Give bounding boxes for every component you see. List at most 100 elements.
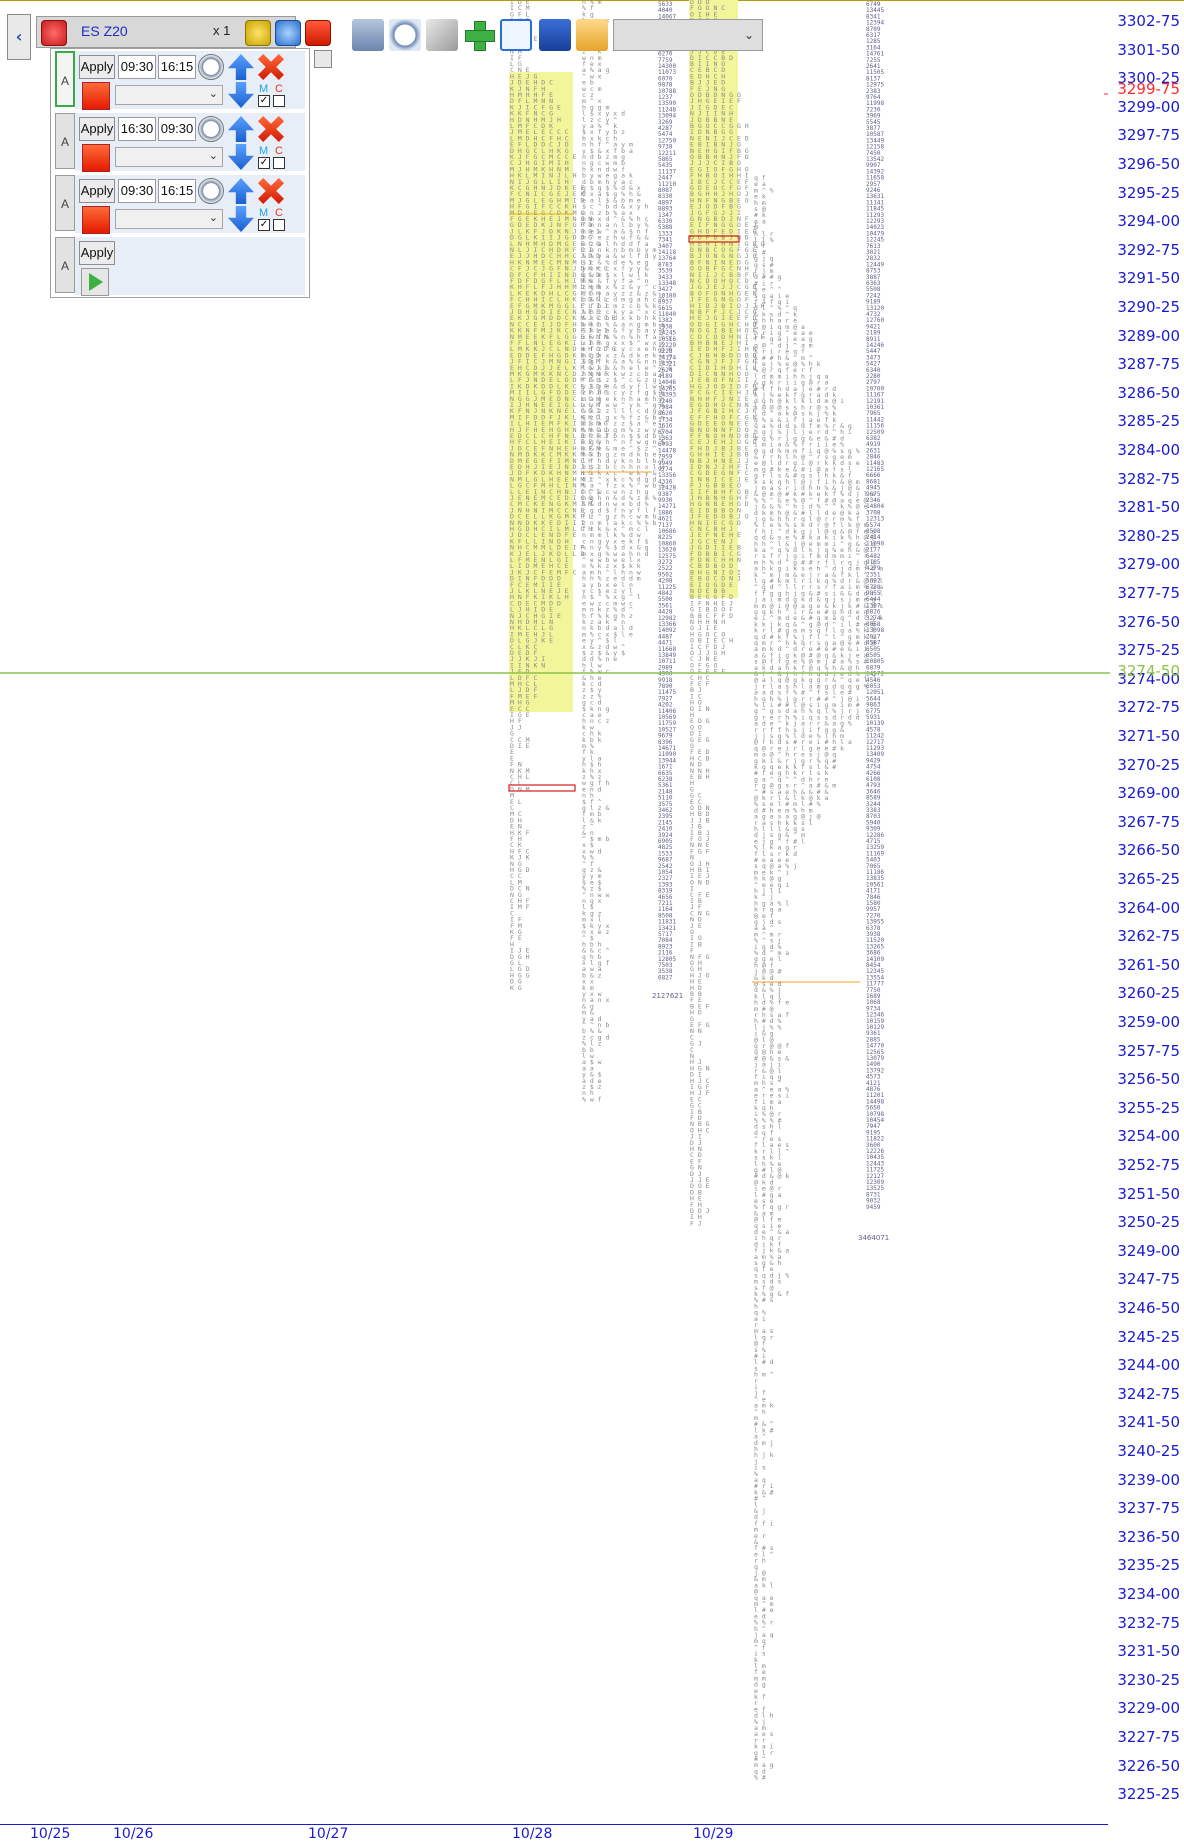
open-folder-icon[interactable] <box>576 19 608 51</box>
price-level-label: 3292-75 <box>1117 240 1180 259</box>
price-level-label: 3236-50 <box>1117 1527 1180 1546</box>
profile-total-1: 2127621 <box>652 992 683 1000</box>
price-level-label: 3275-25 <box>1117 641 1180 660</box>
price-level-label: 3285-25 <box>1117 412 1180 431</box>
play-button[interactable] <box>81 268 109 296</box>
m-checkbox[interactable]: ✓ <box>258 95 270 107</box>
apply-button[interactable]: Apply <box>79 117 115 141</box>
price-level-label: 3262-75 <box>1117 927 1180 946</box>
clock-icon[interactable] <box>198 116 224 142</box>
add-icon[interactable] <box>463 19 495 51</box>
stop-icon[interactable] <box>82 206 110 234</box>
chevron-down-icon: ⌄ <box>208 149 218 162</box>
apply-button[interactable]: Apply <box>79 179 115 203</box>
price-level-label: 3231-50 <box>1117 1642 1180 1661</box>
date-axis-line <box>0 1824 1108 1825</box>
symbol-label[interactable]: ES Z20 <box>81 23 128 39</box>
mode-button[interactable]: A <box>55 113 75 169</box>
date-label: 10/26 <box>113 1826 154 1842</box>
m-checkbox[interactable]: ✓ <box>258 157 270 169</box>
price-level-label: 3272-75 <box>1117 698 1180 717</box>
start-time-input[interactable]: 16:30 <box>118 117 156 141</box>
price-level-label: 3290-25 <box>1117 298 1180 316</box>
clock-icon[interactable] <box>198 54 224 80</box>
tpo-profile-4: q f e a m ^ % e k h m s @ # k a a @ h l … <box>754 174 883 1782</box>
gear-icon[interactable] <box>245 20 271 46</box>
price-level-label: 3225-25 <box>1117 1785 1180 1804</box>
m-flag-label: M <box>259 207 269 219</box>
price-level-label: 3286-50 <box>1117 383 1180 402</box>
date-label: 10/27 <box>308 1826 349 1842</box>
m-checkbox[interactable]: ✓ <box>258 219 270 231</box>
c-flag-label: C <box>275 145 283 157</box>
link-icon[interactable] <box>426 19 458 51</box>
stop-icon[interactable] <box>82 82 110 110</box>
clock-icon[interactable] <box>389 19 421 51</box>
c-checkbox[interactable] <box>273 95 285 107</box>
profile-type-select[interactable]: ⌄ <box>115 147 223 167</box>
symbol-bar: ES Z20 x 1 <box>36 16 331 48</box>
volume-column-1: 5633404014067637410214454514471702462707… <box>658 1 676 981</box>
price-level-label: 3239-00 <box>1117 1470 1180 1489</box>
settings-gears-icon[interactable] <box>352 19 384 51</box>
close-icon[interactable] <box>305 20 331 46</box>
layout-icon[interactable] <box>500 19 532 51</box>
price-level-label: 3280-25 <box>1117 526 1180 545</box>
price-level-label: 3229-00 <box>1117 1699 1180 1718</box>
price-level-label: 3270-25 <box>1117 755 1180 774</box>
clock-icon[interactable] <box>198 178 224 204</box>
price-level-label: 3291-50 <box>1117 269 1180 288</box>
price-level-label: 3237-75 <box>1117 1499 1180 1518</box>
profile-select[interactable]: ⌄ <box>613 19 763 51</box>
price-level-label: 3267-75 <box>1117 812 1180 831</box>
price-level-label: 3265-25 <box>1117 870 1180 888</box>
current-price-label: 3274-50 <box>1117 662 1180 680</box>
price-level-label: 3260-25 <box>1117 984 1180 1003</box>
apply-button[interactable]: Apply <box>79 55 115 79</box>
collapse-panel-button[interactable]: ‹ <box>7 14 31 60</box>
c-checkbox[interactable] <box>273 157 285 169</box>
c-checkbox[interactable] <box>273 219 285 231</box>
mode-button[interactable]: A <box>55 237 75 293</box>
date-label: 10/28 <box>512 1826 553 1842</box>
profile-type-select[interactable]: ⌄ <box>115 85 223 105</box>
price-level-label: 3266-50 <box>1117 841 1180 860</box>
end-time-input[interactable]: 09:30 <box>158 117 196 141</box>
m-flag-label: M <box>259 145 269 157</box>
stop-icon[interactable] <box>82 144 110 172</box>
session-panel: A Apply 09:30 16:15 ⌄ M C ✓ A Apply 16:30 09:30 ⌄ M C ✓… <box>50 48 310 298</box>
volume-value: 6827 <box>658 974 673 981</box>
price-level-label: 3250-25 <box>1117 1213 1180 1232</box>
price-level-label: 3277-75 <box>1117 584 1180 602</box>
start-time-input[interactable]: 09:30 <box>118 55 156 79</box>
tpo-row: % # <box>754 1774 766 1782</box>
price-level-label: 3259-00 <box>1117 1013 1180 1031</box>
price-level-label: 3226-50 <box>1117 1756 1180 1775</box>
mode-button[interactable]: A <box>55 175 75 231</box>
record-icon[interactable] <box>41 20 67 46</box>
price-level-label: 3257-75 <box>1117 1041 1180 1060</box>
price-level-label: 3251-50 <box>1117 1184 1180 1203</box>
end-time-input[interactable]: 16:15 <box>158 55 196 79</box>
start-time-input[interactable]: 09:30 <box>118 179 156 203</box>
play-icon <box>89 273 103 291</box>
price-level-label: 3297-75 <box>1117 126 1180 145</box>
last-price-label: 3299-75 <box>1117 80 1180 98</box>
price-level-label: 3302-75 <box>1117 12 1180 30</box>
save-icon[interactable] <box>539 19 571 51</box>
price-level-label: 3282-75 <box>1117 469 1180 488</box>
tpo-row: % w f <box>582 1095 602 1103</box>
volume-value: 9459 <box>866 1204 881 1211</box>
refresh-icon[interactable] <box>275 20 301 46</box>
tpo-row: F J <box>690 1219 702 1227</box>
tpo-row: K G <box>510 984 522 992</box>
profile-type-select[interactable]: ⌄ <box>115 209 223 229</box>
add-row-icon[interactable] <box>314 50 332 68</box>
price-level-label: 3284-00 <box>1117 441 1180 459</box>
price-level-label: 3252-75 <box>1117 1156 1180 1174</box>
multiplier-label: x 1 <box>213 23 231 38</box>
price-level-label: 3261-50 <box>1117 955 1180 974</box>
apply-button[interactable]: Apply <box>79 241 115 265</box>
end-time-input[interactable]: 16:15 <box>158 179 196 203</box>
mode-button[interactable]: A <box>55 51 75 107</box>
